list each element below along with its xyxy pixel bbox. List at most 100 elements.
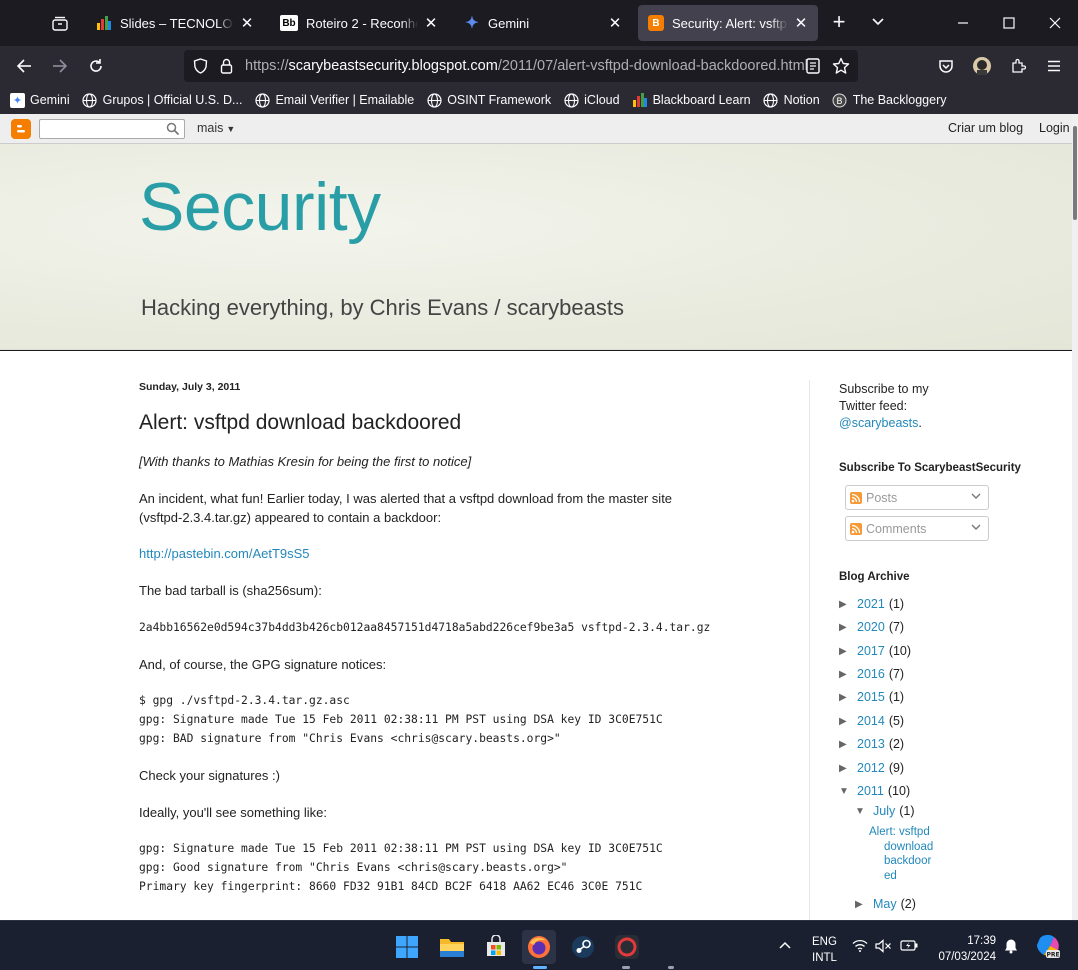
archive-year-label[interactable]: 2017 — [857, 644, 885, 658]
bookmark-icloud[interactable]: iCloud — [563, 92, 620, 108]
archive-year-2011[interactable]: ▼ 2011 (10) — [839, 784, 910, 798]
tab-gemini[interactable]: ✦ Gemini ✕ — [454, 5, 632, 41]
minimize-button[interactable] — [940, 0, 986, 46]
tab-list-chevron-icon[interactable] — [870, 14, 890, 34]
scrollbar-thumb[interactable] — [1073, 126, 1077, 220]
account-avatar[interactable] — [968, 52, 996, 80]
expand-arrow-icon[interactable]: ▶ — [855, 899, 873, 910]
expand-arrow-icon[interactable]: ▶ — [839, 716, 857, 727]
archive-year-2016[interactable]: ▶ 2016 (7) — [839, 667, 904, 681]
file-explorer-icon[interactable] — [435, 930, 469, 964]
search-icon[interactable] — [166, 122, 180, 141]
bookmark-osint[interactable]: OSINT Framework — [426, 92, 551, 108]
more-menu[interactable]: mais ▼ — [197, 121, 235, 135]
expand-arrow-icon[interactable]: ▶ — [839, 669, 857, 680]
bookmark-blackboard[interactable]: Blackboard Learn — [632, 92, 751, 108]
gpg-good-line: gpg: Good signature from "Chris Evans <c… — [139, 861, 568, 874]
collapse-arrow-icon[interactable]: ▼ — [855, 806, 873, 817]
steam-icon[interactable] — [566, 930, 600, 964]
language-indicator[interactable]: ENG INTL — [812, 934, 837, 966]
archive-year-label[interactable]: 2012 — [857, 761, 885, 775]
blog-search-input[interactable] — [39, 119, 185, 139]
archive-year-2020[interactable]: ▶ 2020 (7) — [839, 620, 904, 634]
window-close-button[interactable] — [1032, 0, 1078, 46]
url-text[interactable]: https://scarybeastsecurity.blogspot.com/… — [245, 58, 808, 74]
forward-button[interactable] — [46, 52, 74, 80]
bookmark-star-icon[interactable] — [832, 57, 850, 80]
archive-year-2017[interactable]: ▶ 2017 (10) — [839, 644, 911, 658]
post-title[interactable]: Alert: vsftpd download backdoored — [139, 411, 461, 435]
firefox-icon[interactable] — [522, 930, 556, 964]
tab-security[interactable]: B Security: Alert: vsftpd download backd… — [638, 5, 818, 41]
store-icon[interactable] — [479, 930, 513, 964]
archive-year-label[interactable]: 2016 — [857, 667, 885, 681]
new-tab-button[interactable]: + — [828, 11, 850, 34]
archive-month-label[interactable]: July — [873, 804, 895, 818]
pocket-icon[interactable] — [932, 52, 960, 80]
close-icon[interactable]: ✕ — [794, 14, 808, 32]
archive-year-label[interactable]: 2011 — [857, 784, 884, 798]
battery-icon[interactable] — [900, 939, 918, 955]
expand-arrow-icon[interactable]: ▶ — [839, 646, 857, 657]
expand-arrow-icon[interactable]: ▶ — [839, 622, 857, 633]
extensions-icon[interactable] — [1004, 52, 1032, 80]
archive-month-july[interactable]: ▼ July (1) — [855, 804, 915, 818]
menu-icon[interactable] — [1040, 52, 1068, 80]
bookmark-grupos[interactable]: Grupos | Official U.S. D... — [82, 92, 242, 108]
bookmark-backloggery[interactable]: B The Backloggery — [832, 92, 947, 108]
shield-icon[interactable] — [193, 58, 208, 79]
close-icon[interactable]: ✕ — [608, 14, 622, 32]
blog-title[interactable]: Security — [139, 168, 381, 246]
archive-year-label[interactable]: 2015 — [857, 690, 885, 704]
archive-month-may[interactable]: ▶ May (2) — [855, 897, 916, 911]
close-icon[interactable]: ✕ — [424, 14, 438, 32]
archive-year-label[interactable]: 2021 — [857, 597, 885, 611]
archive-year-2012[interactable]: ▶ 2012 (9) — [839, 761, 904, 775]
collapse-arrow-icon[interactable]: ▼ — [839, 786, 857, 797]
bookmark-gemini[interactable]: ✦ Gemini — [10, 92, 70, 108]
reader-view-icon[interactable] — [806, 58, 820, 79]
bookmark-email-verifier[interactable]: Email Verifier | Emailable — [254, 92, 414, 108]
post-intro-line-1: An incident, what fun! Earlier today, I … — [139, 491, 673, 506]
page-scrollbar[interactable] — [1072, 114, 1078, 920]
bookmark-notion[interactable]: Notion — [763, 92, 820, 108]
tray-overflow-chevron-icon[interactable] — [778, 938, 792, 955]
twitter-link[interactable]: @scarybeasts — [839, 416, 918, 430]
reload-button[interactable] — [82, 52, 110, 80]
archive-year-label[interactable]: 2020 — [857, 620, 885, 634]
comments-feed-dropdown[interactable]: Comments — [845, 516, 989, 541]
pastebin-link[interactable]: http://pastebin.com/AetT9sS5 — [139, 546, 310, 561]
archive-month-label[interactable]: May — [873, 897, 897, 911]
wifi-icon[interactable] — [852, 939, 868, 955]
clock[interactable]: 17:39 07/03/2024 — [926, 933, 996, 965]
notification-bell-icon[interactable] — [1003, 938, 1019, 957]
davinci-resolve-icon[interactable] — [610, 930, 644, 964]
start-button[interactable] — [390, 930, 424, 964]
archive-year-label[interactable]: 2013 — [857, 737, 885, 751]
archive-year-2015[interactable]: ▶ 2015 (1) — [839, 690, 904, 704]
expand-arrow-icon[interactable]: ▶ — [839, 739, 857, 750]
archive-post-link[interactable]: Alert: vsftpd download backdoor ed — [869, 825, 933, 883]
archive-year-label[interactable]: 2014 — [857, 714, 885, 728]
expand-arrow-icon[interactable]: ▶ — [839, 599, 857, 610]
create-blog-link[interactable]: Criar um blog — [948, 121, 1023, 135]
maximize-button[interactable] — [986, 0, 1032, 46]
posts-feed-dropdown[interactable]: Posts — [845, 485, 989, 510]
speaker-muted-icon[interactable] — [875, 939, 892, 956]
close-icon[interactable]: ✕ — [240, 14, 254, 32]
archive-year-2014[interactable]: ▶ 2014 (5) — [839, 714, 904, 728]
expand-arrow-icon[interactable]: ▶ — [839, 763, 857, 774]
url-bar[interactable]: https://scarybeastsecurity.blogspot.com/… — [184, 50, 858, 82]
back-button[interactable] — [10, 52, 38, 80]
blogger-logo-icon[interactable] — [11, 119, 31, 139]
archive-year-2013[interactable]: ▶ 2013 (2) — [839, 737, 904, 751]
tab-roteiro[interactable]: Bb Roteiro 2 - Reconhecimento ✕ — [270, 5, 448, 41]
lock-icon[interactable] — [220, 58, 233, 79]
copilot-icon[interactable]: PRE — [1035, 933, 1061, 962]
tab-slides[interactable]: Slides – TECNOLOGIAS EMERGENTES ✕ — [86, 5, 264, 41]
tab-overview-icon[interactable] — [50, 13, 70, 33]
login-link[interactable]: Login — [1039, 121, 1070, 135]
archive-year-2021[interactable]: ▶ 2021 (1) — [839, 597, 904, 611]
archive-count: (9) — [888, 761, 905, 775]
expand-arrow-icon[interactable]: ▶ — [839, 692, 857, 703]
